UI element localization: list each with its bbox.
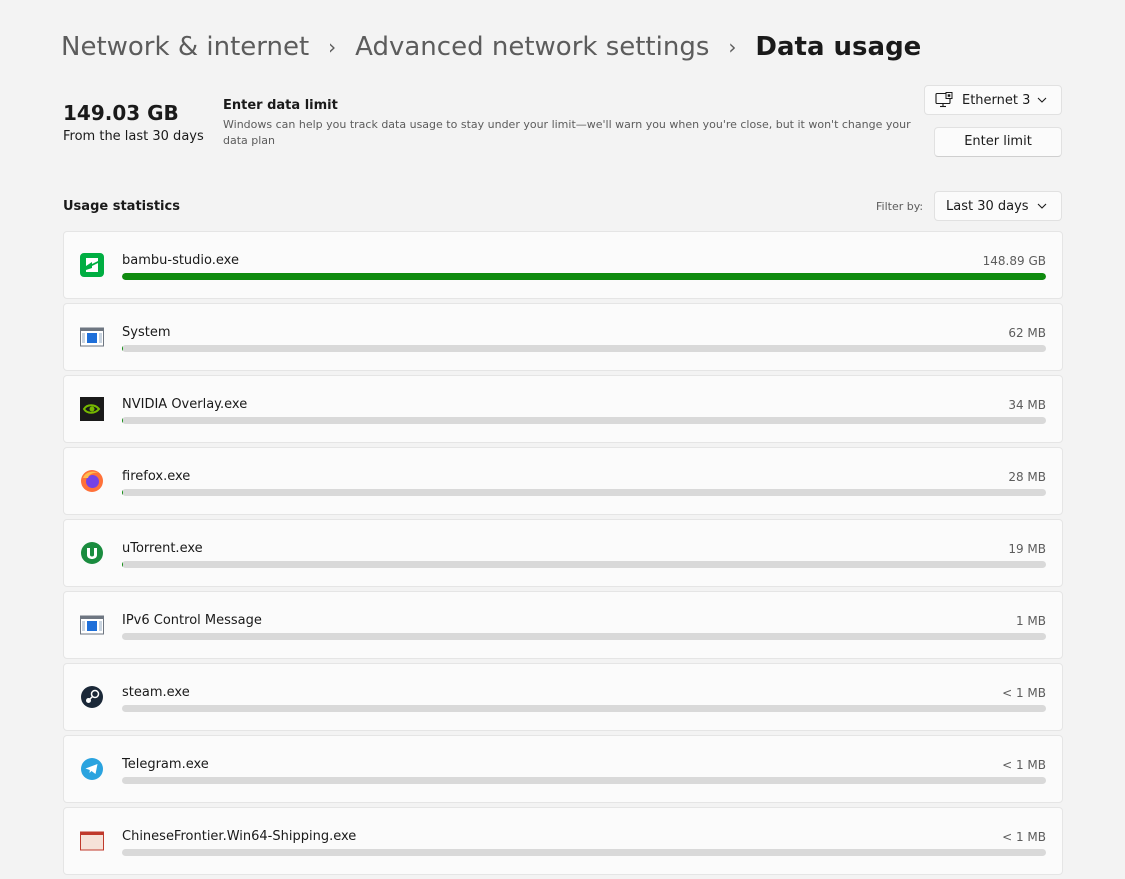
app-usage-amount: 19 MB — [1008, 540, 1046, 558]
app-name: Telegram.exe — [122, 756, 209, 774]
app-usage-amount: 1 MB — [1016, 612, 1046, 630]
game-icon — [80, 829, 104, 853]
usage-bar — [122, 345, 1046, 352]
app-name: NVIDIA Overlay.exe — [122, 396, 247, 414]
breadcrumb-network-internet[interactable]: Network & internet — [61, 28, 309, 66]
app-name: System — [122, 324, 170, 342]
usage-bar — [122, 561, 1046, 568]
app-name: steam.exe — [122, 684, 190, 702]
app-name: uTorrent.exe — [122, 540, 203, 558]
usage-bar — [122, 273, 1046, 280]
app-usage-amount: 148.89 GB — [983, 252, 1046, 270]
breadcrumb-advanced-network-settings[interactable]: Advanced network settings — [355, 28, 709, 66]
usage-statistics-title: Usage statistics — [63, 198, 180, 216]
total-usage: 149.03 GB — [63, 100, 204, 126]
list-item[interactable]: IPv6 Control Message 1 MB — [63, 591, 1063, 659]
app-usage-amount: 62 MB — [1008, 324, 1046, 342]
steam-icon — [80, 685, 104, 709]
telegram-icon — [80, 757, 104, 781]
data-limit-section: Enter data limit Windows can help you tr… — [223, 97, 913, 149]
usage-bar — [122, 633, 1046, 640]
list-item[interactable]: ChineseFrontier.Win64-Shipping.exe < 1 M… — [63, 807, 1063, 875]
enter-limit-button[interactable]: Enter limit — [934, 127, 1062, 157]
breadcrumb: Network & internet › Advanced network se… — [61, 28, 921, 66]
usage-bar — [122, 489, 1046, 496]
usage-summary: 149.03 GB From the last 30 days — [63, 100, 204, 147]
list-item[interactable]: firefox.exe 28 MB — [63, 447, 1063, 515]
app-name: firefox.exe — [122, 468, 190, 486]
bambu-studio-icon — [80, 253, 104, 277]
list-item[interactable]: bambu-studio.exe 148.89 GB — [63, 231, 1063, 299]
list-item[interactable]: System 62 MB — [63, 303, 1063, 371]
chevron-down-icon — [1037, 97, 1047, 103]
network-adapter-dropdown[interactable]: Ethernet 3 — [924, 85, 1062, 115]
data-limit-title: Enter data limit — [223, 97, 913, 115]
filter-period-dropdown[interactable]: Last 30 days — [934, 191, 1062, 221]
app-usage-amount: 28 MB — [1008, 468, 1046, 486]
page-title: Data usage — [755, 28, 921, 66]
app-usage-list: bambu-studio.exe 148.89 GB System 62 MB … — [63, 231, 1063, 879]
ethernet-monitor-icon — [935, 92, 953, 108]
breadcrumb-chevron-icon: › — [309, 28, 355, 66]
system-window-icon — [80, 325, 104, 349]
list-item[interactable]: Telegram.exe < 1 MB — [63, 735, 1063, 803]
app-usage-amount: < 1 MB — [1002, 756, 1046, 774]
filter-label: Filter by: — [876, 199, 923, 215]
app-usage-amount: 34 MB — [1008, 396, 1046, 414]
app-usage-amount: < 1 MB — [1002, 828, 1046, 846]
list-item[interactable]: steam.exe < 1 MB — [63, 663, 1063, 731]
usage-bar-fill — [122, 273, 1046, 280]
nvidia-icon — [80, 397, 104, 421]
utorrent-icon — [80, 541, 104, 565]
usage-bar — [122, 705, 1046, 712]
firefox-icon — [80, 469, 104, 493]
chevron-down-icon — [1037, 203, 1047, 209]
filter-period-label: Last 30 days — [935, 199, 1037, 214]
app-usage-amount: < 1 MB — [1002, 684, 1046, 702]
usage-bar — [122, 777, 1046, 784]
data-limit-description: Windows can help you track data usage to… — [223, 117, 913, 149]
app-name: bambu-studio.exe — [122, 252, 239, 270]
system-window-icon — [80, 613, 104, 637]
list-item[interactable]: NVIDIA Overlay.exe 34 MB — [63, 375, 1063, 443]
usage-period: From the last 30 days — [63, 127, 204, 147]
network-adapter-label: Ethernet 3 — [962, 93, 1037, 108]
usage-bar — [122, 849, 1046, 856]
breadcrumb-chevron-icon: › — [709, 28, 755, 66]
app-name: IPv6 Control Message — [122, 612, 262, 630]
app-name: ChineseFrontier.Win64-Shipping.exe — [122, 828, 356, 846]
usage-bar — [122, 417, 1046, 424]
list-item[interactable]: uTorrent.exe 19 MB — [63, 519, 1063, 587]
